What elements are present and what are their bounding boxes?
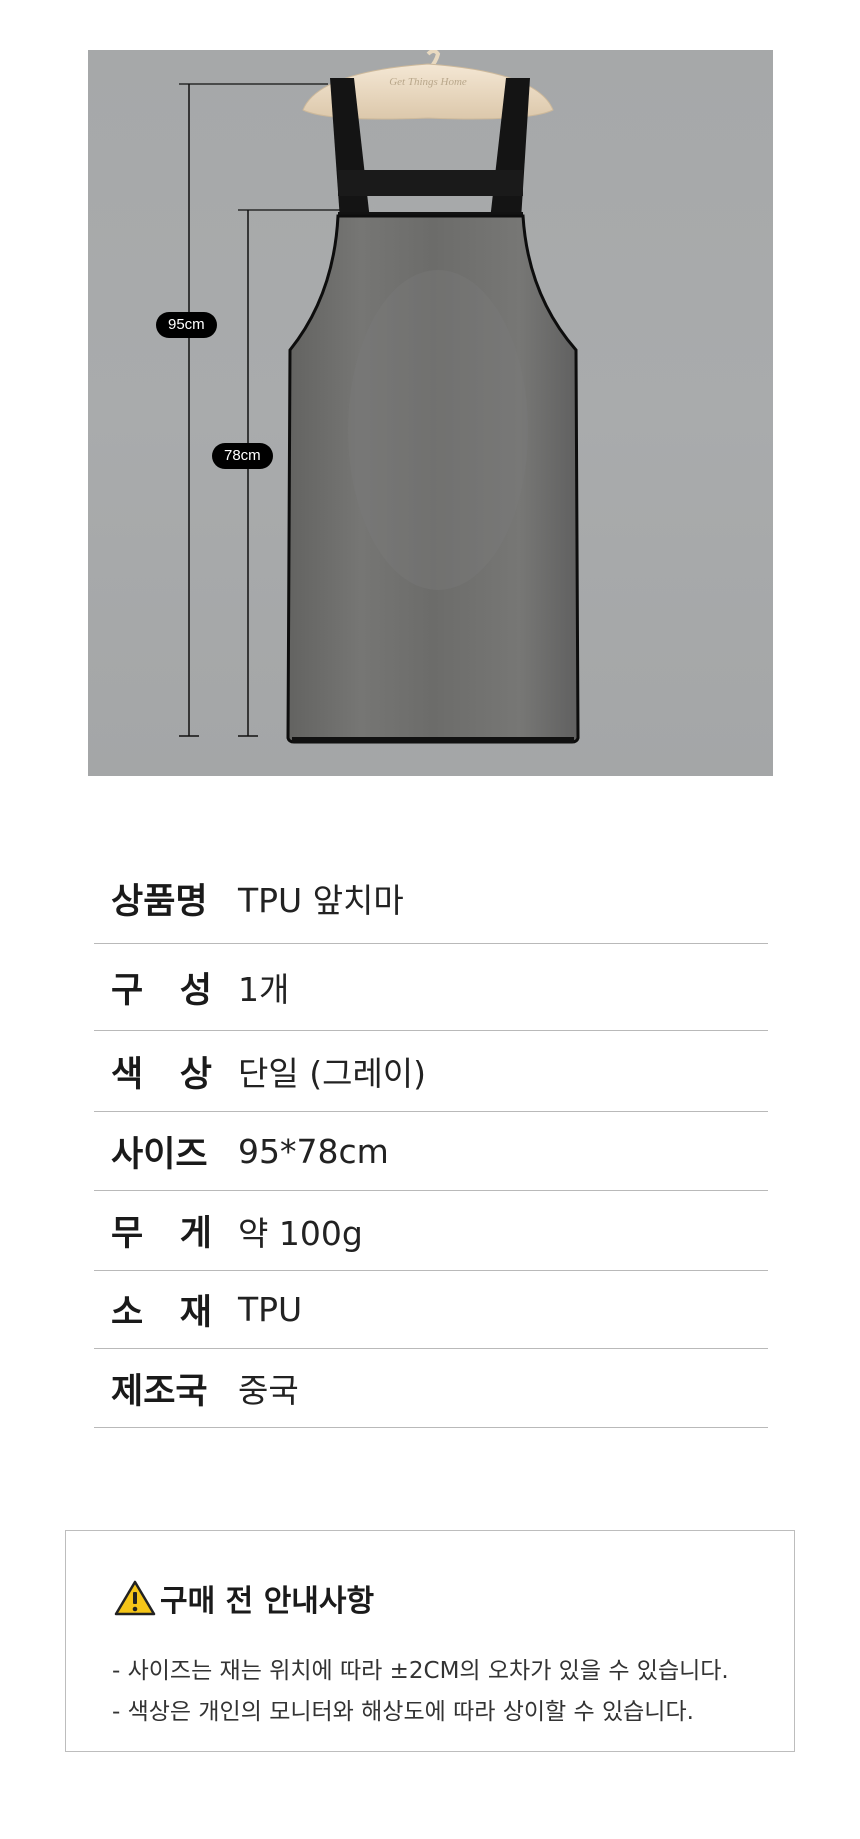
notice-line: - 사이즈는 재는 위치에 따라 ±2CM의 오차가 있을 수 있습니다. <box>112 1658 729 1684</box>
spec-row-origin: 제조국 중국 <box>94 1349 768 1428</box>
spec-row-material: 소 재 TPU <box>94 1271 768 1349</box>
warning-icon <box>114 1580 156 1616</box>
spec-row-weight: 무 게 약 100g <box>94 1191 768 1271</box>
spec-row-size: 사이즈 95*78cm <box>94 1112 768 1191</box>
notice-title: 구매 전 안내사항 <box>114 1576 374 1620</box>
spec-value: 단일 (그레이) <box>238 1054 427 1093</box>
spec-value: 약 100g <box>238 1213 363 1253</box>
spec-label: 사이즈 <box>111 1134 208 1175</box>
notice-line: - 색상은 개인의 모니터와 해상도에 따라 상이할 수 있습니다. <box>112 1699 694 1725</box>
spec-value: 95*78cm <box>238 1131 389 1171</box>
spec-value: 중국 <box>238 1371 299 1410</box>
dimension-label-total: 95cm <box>156 312 217 338</box>
dimension-label-body: 78cm <box>212 443 273 469</box>
spec-row-components: 구 성 1개 <box>94 944 768 1031</box>
apron-illustration: Get Things Home <box>179 50 580 744</box>
spec-label: 제조국 <box>111 1371 208 1412</box>
spec-label: 구 성 <box>111 970 212 1011</box>
spec-row-name: 상품명 TPU 앞치마 <box>94 853 768 944</box>
product-image: Get Things Home 95cm 78cm <box>88 50 773 776</box>
purchase-notice-box: 구매 전 안내사항 - 사이즈는 재는 위치에 따라 ±2CM의 오차가 있을 … <box>65 1530 795 1752</box>
hanger-brand-text: Get Things Home <box>389 76 467 88</box>
spec-value: TPU <box>238 1290 303 1329</box>
spec-label: 색 상 <box>111 1054 212 1095</box>
spec-value: 1개 <box>238 970 290 1009</box>
spec-row-color: 색 상 단일 (그레이) <box>94 1031 768 1112</box>
spec-label: 소 재 <box>111 1293 212 1333</box>
spec-table: 상품명 TPU 앞치마 구 성 1개 색 상 단일 (그레이) 사이즈 95*7… <box>94 853 768 1428</box>
spec-label: 무 게 <box>111 1214 212 1254</box>
spec-value: TPU 앞치마 <box>238 881 404 920</box>
spec-label: 상품명 <box>111 881 208 922</box>
notice-title-text: 구매 전 안내사항 <box>160 1584 375 1619</box>
